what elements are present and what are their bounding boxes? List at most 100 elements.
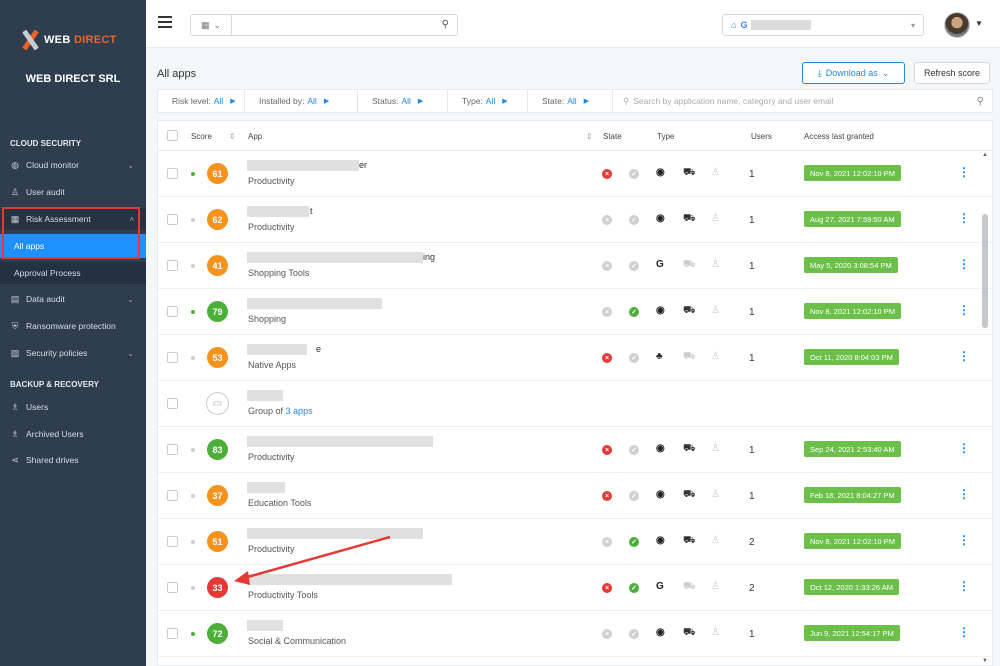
sort-score-icon[interactable]: ⇕ (229, 132, 236, 141)
users-count: 1 (749, 629, 755, 640)
header-score[interactable]: Score (191, 132, 212, 141)
app-search-input[interactable]: ⚲ Search by application name, category a… (613, 90, 992, 112)
approved-state-icon[interactable]: ✓ (629, 215, 639, 225)
row-checkbox[interactable] (167, 168, 178, 179)
blocked-state-icon[interactable]: × (602, 307, 612, 317)
sidebar-item-user-audit[interactable]: ♙ User audit (0, 181, 146, 203)
row-checkbox[interactable] (167, 490, 178, 501)
avatar[interactable] (944, 12, 970, 38)
account-select[interactable]: ⌂ G ▾ (722, 14, 924, 36)
user-icon: ♙ (10, 186, 20, 197)
row-menu-icon[interactable]: ⋮ (958, 441, 970, 455)
row-checkbox[interactable] (167, 444, 178, 455)
search-icon[interactable]: ⚲ (442, 19, 449, 30)
redacted-app-name (247, 620, 283, 631)
approved-state-icon[interactable]: ✓ (629, 169, 639, 179)
sidebar-item-approval-process[interactable]: Approval Process (0, 262, 146, 284)
status-dot (191, 448, 195, 452)
approved-state-icon[interactable]: ✓ (629, 537, 639, 547)
row-menu-icon[interactable]: ⋮ (958, 487, 970, 501)
app-type-select[interactable]: ▦ ⌄ (190, 14, 232, 36)
share-icon: ⋖ (11, 454, 19, 465)
table-row-group[interactable]: ▭ Group of 3 apps (158, 381, 992, 428)
app-category: Productivity (248, 222, 295, 232)
blocked-state-icon[interactable]: × (602, 629, 612, 639)
row-menu-icon[interactable]: ⋮ (958, 625, 970, 639)
blocked-state-icon[interactable]: × (602, 261, 612, 271)
sidebar-item-data-audit[interactable]: ▤ Data audit ⌄ (0, 288, 146, 310)
sidebar-item-ransomware[interactable]: ⛨ Ransomware protection (0, 315, 146, 337)
table-row[interactable]: 72 Social & Communication × ✓ ◉ ⛟ ♙ 1 Ju… (158, 611, 992, 658)
row-checkbox[interactable] (167, 260, 178, 271)
row-menu-icon[interactable]: ⋮ (958, 349, 970, 363)
approved-state-icon[interactable]: ✓ (629, 445, 639, 455)
sidebar-item-users[interactable]: ♗ Users (0, 396, 146, 418)
row-checkbox[interactable] (167, 214, 178, 225)
download-as-button[interactable]: ⤓ Download as ⌄ (802, 62, 905, 84)
row-menu-icon[interactable]: ⋮ (958, 257, 970, 271)
filter-status[interactable]: Status: All ▶ (358, 90, 448, 112)
row-checkbox[interactable] (167, 536, 178, 547)
table-row[interactable]: 79 Shopping × ✓ ◉ ⛟ ♙ 1 Nov 8, 2021 12:0… (158, 289, 992, 336)
blocked-state-icon[interactable]: × (602, 353, 612, 363)
logo[interactable]: WEB DIRECT (20, 26, 126, 54)
row-menu-icon[interactable]: ⋮ (958, 579, 970, 593)
row-checkbox[interactable] (167, 582, 178, 593)
user-icon: ♙ (711, 489, 720, 500)
table-row[interactable]: 53 e Native Apps × ✓ ♣ ⛟ ♙ 1 Oct 11, 202… (158, 335, 992, 382)
blocked-state-icon[interactable]: × (602, 491, 612, 501)
row-checkbox[interactable] (167, 306, 178, 317)
filter-type[interactable]: Type: All ▶ (448, 90, 528, 112)
approved-state-icon[interactable]: ✓ (629, 629, 639, 639)
top-search-input[interactable]: ⚲ (232, 14, 458, 36)
scroll-up-icon[interactable]: ▲ (982, 152, 988, 158)
blocked-state-icon[interactable]: × (602, 215, 612, 225)
row-menu-icon[interactable]: ⋮ (958, 211, 970, 225)
filter-risk-level[interactable]: Risk level: All ▶ (158, 90, 245, 112)
filter-installed-by[interactable]: Installed by: All ▶ (245, 90, 358, 112)
row-menu-icon[interactable]: ⋮ (958, 303, 970, 317)
approved-state-icon[interactable]: ✓ (629, 583, 639, 593)
sidebar-item-cloud-monitor[interactable]: ◍ Cloud monitor ⌄ (0, 154, 146, 176)
app-category: Education Tools (248, 498, 312, 508)
filter-state[interactable]: State: All ▶ (528, 90, 613, 112)
table-row[interactable]: 62 t Productivity × ✓ ◉ ⛟ ♙ 1 Aug 27, 20… (158, 197, 992, 244)
avatar-caret-icon[interactable]: ▼ (975, 19, 983, 28)
table-row[interactable]: 61 er Productivity × ✓ ◉ ⛟ ♙ 1 Nov 8, 20… (158, 151, 992, 198)
blocked-state-icon[interactable]: × (602, 445, 612, 455)
sidebar-item-archived-users[interactable]: ♗ Archived Users (0, 423, 146, 445)
logo-mark-icon (20, 29, 40, 51)
refresh-score-button[interactable]: Refresh score (914, 62, 990, 84)
chrome-icon: ◉ (656, 627, 665, 638)
approved-state-icon[interactable]: ✓ (629, 307, 639, 317)
sidebar-item-shared-drives[interactable]: ⋖ Shared drives (0, 449, 146, 471)
table-row[interactable]: 33 Productivity Tools × ✓ G ⛟ ♙ 2 Oct 12… (158, 565, 992, 612)
row-checkbox[interactable] (167, 628, 178, 639)
header-app[interactable]: App (248, 132, 262, 141)
approved-state-icon[interactable]: ✓ (629, 353, 639, 363)
row-checkbox[interactable] (167, 398, 178, 409)
sidebar-item-label: Archived Users (26, 429, 84, 439)
table-row[interactable]: 41 ing Shopping Tools × ✓ G ⛟ ♙ 1 May 5,… (158, 243, 992, 290)
approved-state-icon[interactable]: ✓ (629, 491, 639, 501)
chevron-down-icon: ⌄ (881, 67, 890, 78)
scroll-down-icon[interactable]: ▼ (982, 658, 988, 664)
row-checkbox[interactable] (167, 352, 178, 363)
row-menu-icon[interactable]: ⋮ (958, 165, 970, 179)
blocked-state-icon[interactable]: × (602, 583, 612, 593)
redacted-app-name (247, 436, 433, 447)
blocked-state-icon[interactable]: × (602, 537, 612, 547)
select-all-checkbox[interactable] (167, 130, 178, 143)
blocked-state-icon[interactable]: × (602, 169, 612, 179)
search-icon[interactable]: ⚲ (977, 96, 984, 107)
table-row[interactable]: 83 Productivity × ✓ ◉ ⛟ ♙ 1 Sep 24, 2021… (158, 427, 992, 474)
sidebar-item-security-policies[interactable]: ▧ Security policies ⌄ (0, 342, 146, 364)
table-row[interactable]: 37 Education Tools × ✓ ◉ ⛟ ♙ 1 Feb 18, 2… (158, 473, 992, 520)
group-apps-link[interactable]: 3 apps (286, 406, 313, 416)
approved-state-icon[interactable]: ✓ (629, 261, 639, 271)
sort-app-icon[interactable]: ⇕ (586, 132, 593, 141)
row-menu-icon[interactable]: ⋮ (958, 533, 970, 547)
hamburger-menu-icon[interactable] (158, 16, 172, 28)
table-row[interactable]: 51 Productivity × ✓ ◉ ⛟ ♙ 2 Nov 8, 2021 … (158, 519, 992, 566)
scrollbar-thumb[interactable] (982, 214, 988, 328)
